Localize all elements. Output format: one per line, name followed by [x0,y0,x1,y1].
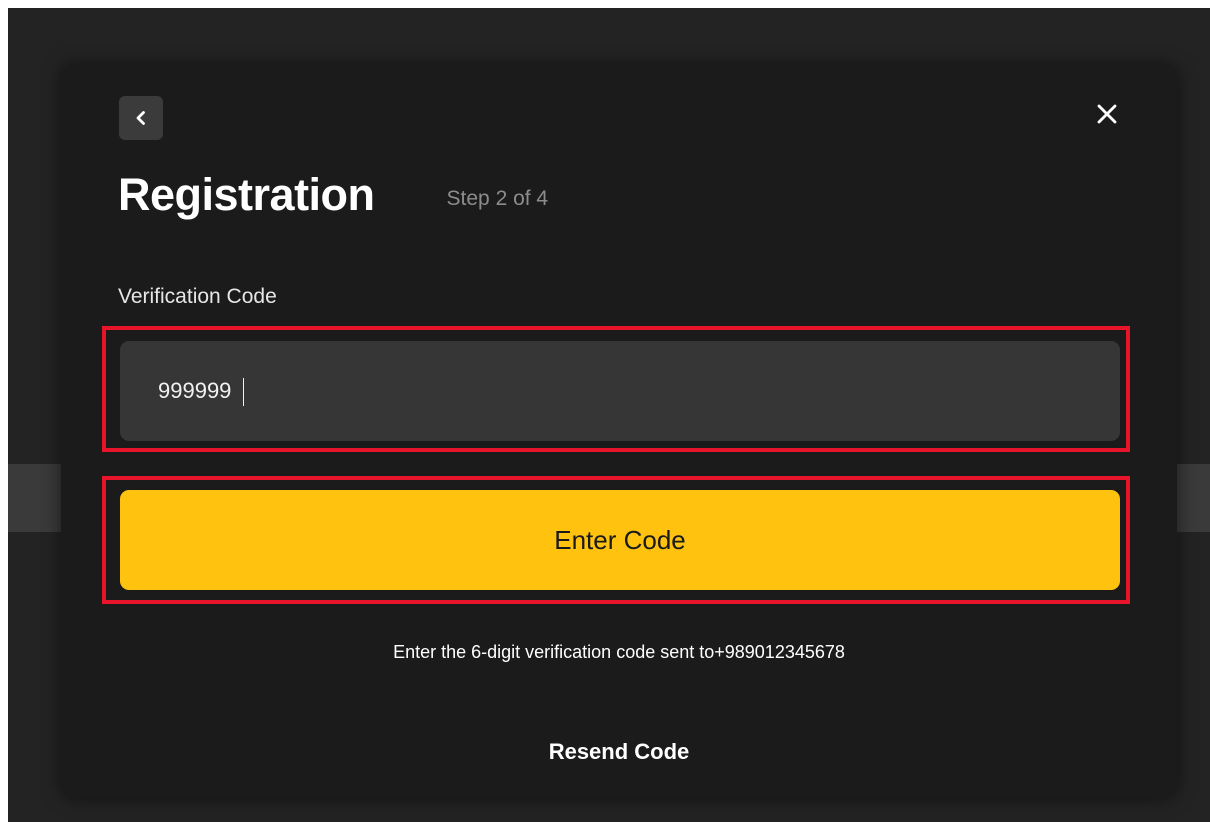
resend-code-link[interactable]: Resend Code [61,739,1177,765]
verification-code-label: Verification Code [118,285,277,308]
registration-modal: Registration Step 2 of 4 Verification Co… [61,65,1177,798]
page-backdrop: Registration Step 2 of 4 Verification Co… [8,8,1210,822]
step-indicator: Step 2 of 4 [446,187,549,210]
verification-code-input[interactable] [120,341,1120,441]
enter-code-button[interactable]: Enter Code [120,490,1120,590]
helper-text: Enter the 6-digit verification code sent… [393,642,845,662]
close-icon [1097,104,1117,124]
close-button[interactable] [1085,92,1129,136]
backdrop-element-left [8,464,68,532]
page-title: Registration [118,169,375,220]
title-row: Registration Step 2 of 4 [118,161,548,221]
chevron-left-icon [136,111,145,125]
text-cursor [243,378,244,406]
back-button[interactable] [119,96,163,140]
